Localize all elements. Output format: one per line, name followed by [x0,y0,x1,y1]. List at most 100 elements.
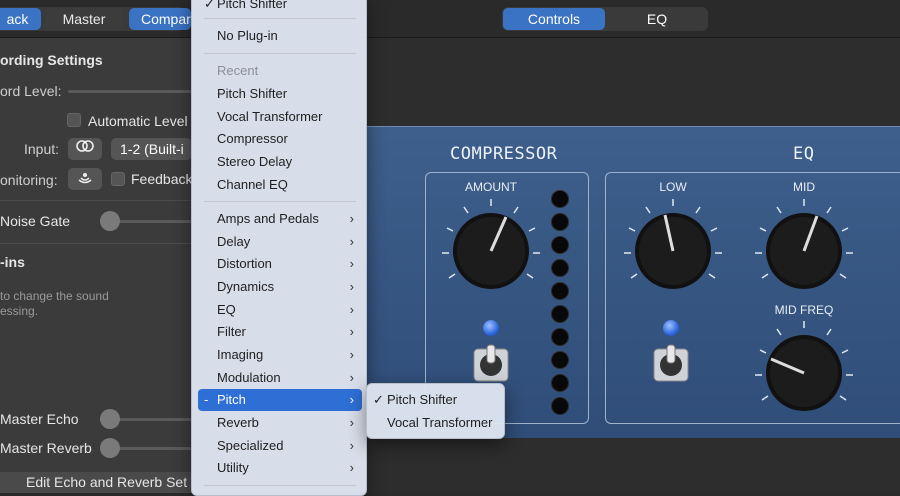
plugins-help-line1: to change the sound [0,289,109,303]
menu-item-filter[interactable]: Filter › [198,321,362,343]
submenu-item-pitch-shifter[interactable]: ✓ Pitch Shifter [371,389,502,411]
menu-item-eq[interactable]: EQ › [198,299,362,321]
compressor-power-led [483,320,499,336]
input-channels-button[interactable] [68,138,102,160]
meter-led [551,397,569,415]
low-knob[interactable] [620,195,726,301]
menu-separator [204,53,356,54]
feedback-label: Feedback [131,171,193,187]
chevron-right-icon: › [349,211,354,226]
master-reverb-label: Master Reverb [0,440,92,456]
menu-item-imaging[interactable]: Imaging › [198,344,362,366]
meter-led [551,213,569,231]
master-echo-label: Master Echo [0,411,79,427]
compressor-toggle-switch[interactable] [472,343,510,387]
menu-item-reverb[interactable]: Reverb › [198,412,362,434]
amount-knob[interactable] [438,195,544,301]
tab-master[interactable]: Master [45,8,123,30]
master-reverb-slider-knob[interactable] [100,438,120,458]
divider [0,200,192,201]
meter-led [551,305,569,323]
edit-echo-reverb-button[interactable]: Edit Echo and Reverb Set [0,472,192,493]
menu-item-recent[interactable]: Pitch Shifter [198,83,362,105]
top-toolbar: ack Master Compar Controls EQ [0,0,900,38]
feedback-checkbox[interactable] [111,172,125,186]
menu-item-no-plugin[interactable]: No Plug-in [198,25,362,47]
meter-led [551,328,569,346]
automatic-level-checkbox[interactable] [67,113,81,127]
chevron-right-icon: › [349,370,354,385]
chevron-right-icon: › [349,392,354,407]
tab-controls[interactable]: Controls [503,8,605,30]
automatic-level-label: Automatic Level [88,113,188,129]
input-label: Input: [24,141,60,157]
plugins-heading: -ins [0,254,25,270]
menu-separator [204,201,356,202]
chevron-right-icon: › [349,256,354,271]
eq-toggle-switch[interactable] [652,343,690,387]
menu-item-distortion[interactable]: Distortion › [198,253,362,275]
tab-track[interactable]: ack [0,8,41,30]
pitch-submenu: ✓ Pitch Shifter Vocal Transformer [366,383,505,439]
master-echo-slider-knob[interactable] [100,409,120,429]
mid-knob[interactable] [751,195,857,301]
record-level-label: ord Level: [0,83,62,99]
low-label: LOW [659,180,687,194]
left-settings-panel: ording Settings ord Level: Automatic Lev… [0,38,192,493]
menu-item-recent[interactable]: Compressor [198,128,362,150]
monitoring-button[interactable] [68,168,102,190]
meter-led [551,282,569,300]
meter-led [551,374,569,392]
chevron-right-icon: › [349,279,354,294]
amount-label: AMOUNT [465,180,517,194]
eq-title: EQ [793,144,815,164]
record-level-slider[interactable] [68,90,192,93]
chevron-right-icon: › [349,438,354,453]
menu-item-current-plugin[interactable]: ✓ Pitch Shifter [198,0,362,15]
compressor-title: COMPRESSOR [450,144,558,164]
menu-header-recent: Recent [217,63,259,78]
menu-separator [204,485,356,486]
tab-compare[interactable]: Compar [129,8,191,30]
chevron-right-icon: › [349,460,354,475]
menu-item-pitch[interactable]: - Pitch › [198,389,362,411]
menu-item-recent[interactable]: Vocal Transformer [198,106,362,128]
eq-power-led [663,320,679,336]
tab-eq[interactable]: EQ [607,8,707,30]
menu-item-recent[interactable]: Channel EQ [198,174,362,196]
monitoring-label: onitoring: [0,172,58,188]
chevron-right-icon: › [349,234,354,249]
meter-led [551,351,569,369]
recording-settings-heading: ording Settings [0,52,103,68]
menu-item-dynamics[interactable]: Dynamics › [198,276,362,298]
menu-item-recent[interactable]: Stereo Delay [198,151,362,173]
chevron-right-icon: › [349,324,354,339]
mid-freq-label: MID FREQ [774,303,834,317]
meter-led [551,259,569,277]
mid-label: MID [793,180,815,194]
noise-gate-slider-knob[interactable] [100,211,120,231]
noise-gate-label: Noise Gate [0,213,71,229]
submenu-item-vocal-transformer[interactable]: Vocal Transformer [371,412,502,434]
input-source-popup[interactable]: 1-2 (Built-i [111,138,192,160]
menu-item-modulation[interactable]: Modulation › [198,367,362,389]
menu-item-delay[interactable]: Delay › [198,231,362,253]
chevron-right-icon: › [349,302,354,317]
dash-icon: - [204,392,209,407]
mid-freq-knob[interactable] [751,317,857,423]
menu-separator [204,18,356,19]
monitoring-waves-icon [78,173,92,184]
checkmark-icon: ✓ [373,392,384,407]
meter-led [551,190,569,208]
checkmark-icon: ✓ [204,0,215,11]
plugins-help-line2: essing. [0,304,39,318]
divider [0,243,192,244]
plugin-menu: ✓ Pitch Shifter No Plug-in Recent Pitch S… [191,0,367,496]
chevron-right-icon: › [349,347,354,362]
menu-item-amps-and-pedals[interactable]: Amps and Pedals › [198,208,362,230]
stereo-rings-icon [76,140,94,152]
menu-item-specialized[interactable]: Specialized › [198,435,362,457]
menu-item-utility[interactable]: Utility › [198,457,362,479]
meter-led [551,236,569,254]
chevron-right-icon: › [349,415,354,430]
